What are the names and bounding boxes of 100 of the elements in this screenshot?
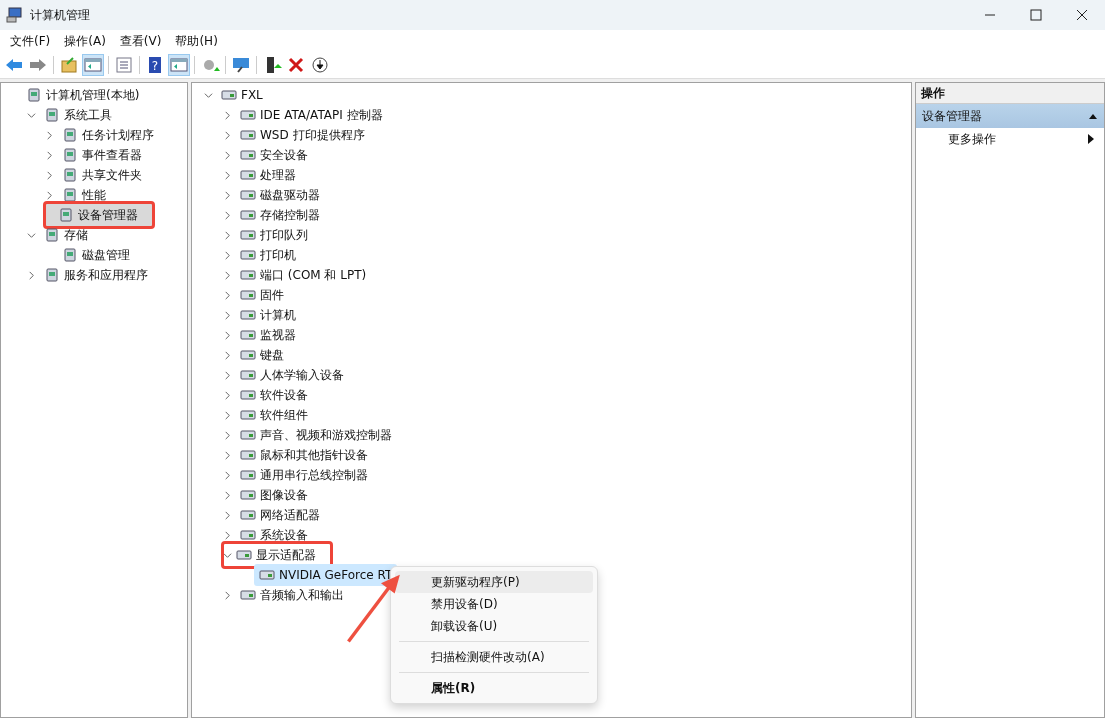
tree-item[interactable]: 鼠标和其他指针设备 xyxy=(260,446,368,464)
tree-item[interactable]: 存储控制器 xyxy=(260,206,320,224)
device-icon xyxy=(240,387,256,403)
device-icon xyxy=(240,247,256,263)
chevron-icon[interactable] xyxy=(222,410,232,420)
pane-icon[interactable] xyxy=(168,54,190,76)
chevron-icon[interactable] xyxy=(222,310,232,320)
chevron-icon[interactable] xyxy=(222,190,232,200)
chevron-icon[interactable] xyxy=(26,270,36,280)
chevron-icon[interactable] xyxy=(222,210,232,220)
tree-item[interactable]: WSD 打印提供程序 xyxy=(260,126,365,144)
chevron-icon[interactable] xyxy=(222,130,232,140)
tree-item[interactable]: 服务和应用程序 xyxy=(64,266,148,284)
menu-item[interactable]: 更新驱动程序(P) xyxy=(395,571,593,593)
chevron-icon[interactable] xyxy=(222,470,232,480)
pane-icon[interactable] xyxy=(82,54,104,76)
chevron-icon[interactable] xyxy=(44,190,54,200)
chevron-icon[interactable] xyxy=(222,530,232,540)
tree-item[interactable]: IDE ATA/ATAPI 控制器 xyxy=(260,106,383,124)
menu-item[interactable]: 扫描检测硬件改动(A) xyxy=(395,646,593,668)
chevron-icon[interactable] xyxy=(222,510,232,520)
device-icon xyxy=(240,587,256,603)
tree-item[interactable]: 系统工具 xyxy=(64,106,112,124)
chevron-icon[interactable] xyxy=(44,130,54,140)
tree-item[interactable]: 端口 (COM 和 LPT) xyxy=(260,266,367,284)
tree-item[interactable]: 网络适配器 xyxy=(260,506,320,524)
device-icon xyxy=(240,147,256,163)
tree-item[interactable]: 打印队列 xyxy=(260,226,308,244)
tree-item[interactable]: 存储 xyxy=(64,226,88,244)
menu-item[interactable]: 帮助(H) xyxy=(169,32,224,50)
chevron-icon[interactable] xyxy=(222,370,232,380)
device-icon xyxy=(240,507,256,523)
window-title: 计算机管理 xyxy=(30,6,90,24)
chevron-icon[interactable] xyxy=(222,110,232,120)
tree-item[interactable]: 键盘 xyxy=(260,346,284,364)
tree-item[interactable]: 磁盘管理 xyxy=(82,246,130,264)
tree-item[interactable]: 人体学输入设备 xyxy=(260,366,344,384)
device-icon xyxy=(236,547,252,563)
chevron-icon[interactable] xyxy=(222,350,232,360)
tree-item[interactable]: 处理器 xyxy=(260,166,296,184)
menu-item[interactable]: 查看(V) xyxy=(113,32,168,50)
tree-item[interactable]: 图像设备 xyxy=(260,486,308,504)
chevron-icon[interactable] xyxy=(222,390,232,400)
tree-item[interactable]: 事件查看器 xyxy=(82,146,142,164)
chevron-icon[interactable] xyxy=(222,450,232,460)
tree-item[interactable]: 软件设备 xyxy=(260,386,308,404)
chevron-icon[interactable] xyxy=(222,430,232,440)
tree-item[interactable]: 声音、视频和游戏控制器 xyxy=(260,426,392,444)
device-icon xyxy=(240,427,256,443)
tree-item[interactable]: 共享文件夹 xyxy=(82,166,142,184)
action-link[interactable]: 更多操作 xyxy=(948,130,996,148)
device-icon xyxy=(240,267,256,283)
chevron-icon[interactable] xyxy=(222,270,232,280)
actions-header: 操作 xyxy=(916,83,1104,104)
chevron-icon[interactable] xyxy=(44,170,54,180)
tree-item[interactable]: 固件 xyxy=(260,286,284,304)
tree-item[interactable]: 性能 xyxy=(82,186,106,204)
tree-item[interactable]: 监视器 xyxy=(260,326,296,344)
tree-item[interactable]: 通用串行总线控制器 xyxy=(260,466,368,484)
list-icon[interactable] xyxy=(113,54,135,76)
chevron-icon[interactable] xyxy=(203,90,213,100)
device-icon xyxy=(240,287,256,303)
chevron-icon[interactable] xyxy=(26,110,36,120)
tree-item[interactable]: 安全设备 xyxy=(260,146,308,164)
tree-item[interactable]: FXL xyxy=(241,88,263,102)
chevron-icon[interactable] xyxy=(222,550,232,560)
tree-item[interactable]: 音频输入和输出 xyxy=(260,586,344,604)
chevron-icon[interactable] xyxy=(44,150,54,160)
menu-item[interactable]: 属性(R) xyxy=(395,677,593,699)
menu-item[interactable]: 文件(F) xyxy=(4,32,57,50)
menu-item[interactable]: 禁用设备(D) xyxy=(395,593,593,615)
device-icon xyxy=(240,127,256,143)
chevron-icon[interactable] xyxy=(222,490,232,500)
tree-item[interactable]: 系统设备 xyxy=(260,526,308,544)
menu-item[interactable]: 操作(A) xyxy=(58,32,112,50)
device-icon xyxy=(240,487,256,503)
chevron-icon[interactable] xyxy=(222,170,232,180)
actions-section[interactable]: 设备管理器 xyxy=(916,104,1104,128)
folder-icon[interactable] xyxy=(58,54,80,76)
chevron-icon[interactable] xyxy=(222,290,232,300)
section-title: 设备管理器 xyxy=(922,107,982,125)
device-icon xyxy=(240,107,256,123)
tree-item[interactable]: 计算机 xyxy=(260,306,296,324)
device-icon xyxy=(240,307,256,323)
chevron-icon[interactable] xyxy=(222,150,232,160)
chevron-icon[interactable] xyxy=(26,230,36,240)
tree-item[interactable]: 软件组件 xyxy=(260,406,308,424)
down-icon[interactable] xyxy=(309,54,331,76)
tree-item[interactable]: 打印机 xyxy=(260,246,296,264)
tree-item[interactable]: 任务计划程序 xyxy=(82,126,154,144)
tree-item[interactable]: 磁盘驱动器 xyxy=(260,186,320,204)
chevron-icon[interactable] xyxy=(222,230,232,240)
chevron-icon[interactable] xyxy=(222,590,232,600)
device-icon xyxy=(240,407,256,423)
chevron-icon[interactable] xyxy=(222,330,232,340)
menu-item[interactable]: 卸载设备(U) xyxy=(395,615,593,637)
device-icon xyxy=(240,347,256,363)
tree-item[interactable]: 计算机管理(本地) xyxy=(46,86,140,104)
device-icon xyxy=(240,447,256,463)
chevron-icon[interactable] xyxy=(222,250,232,260)
